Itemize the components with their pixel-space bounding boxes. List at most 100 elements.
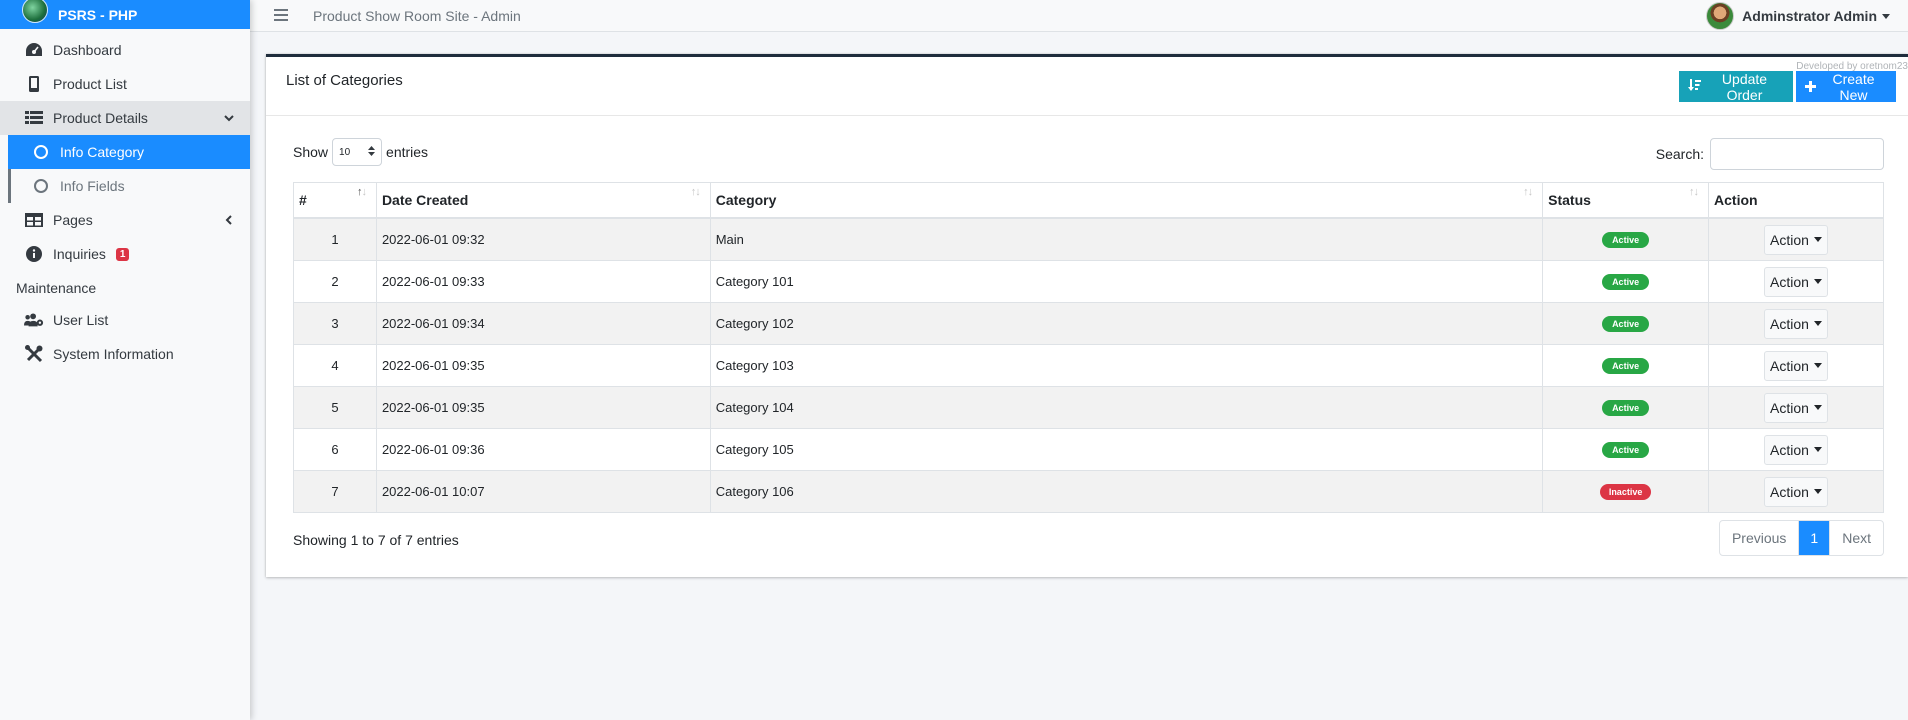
row-number: 7 bbox=[293, 470, 377, 513]
sidebar-item-inquiries[interactable]: Inquiries 1 bbox=[0, 237, 250, 271]
caret-down-icon bbox=[1813, 447, 1822, 452]
sidebar-item-label: System Information bbox=[53, 346, 174, 362]
sidebar-item-user-list[interactable]: User List bbox=[0, 303, 250, 337]
date-created-cell: 2022-06-01 09:35 bbox=[375, 344, 711, 387]
column-header-action: Action bbox=[1708, 182, 1884, 219]
category-cell: Main bbox=[709, 217, 1544, 261]
category-cell: Category 106 bbox=[709, 470, 1544, 513]
table-header-row: # ↑↓ Date Created ↑↓ Category ↑↓ Status ↑↓ A… bbox=[293, 182, 1884, 219]
plus-icon bbox=[1805, 79, 1816, 95]
date-created-cell: 2022-06-01 10:07 bbox=[375, 470, 711, 513]
column-header-date-created[interactable]: Date Created ↑↓ bbox=[375, 182, 711, 219]
caret-down-icon bbox=[1813, 237, 1822, 242]
category-cell: Category 102 bbox=[709, 302, 1544, 345]
category-cell: Category 103 bbox=[709, 344, 1544, 387]
categories-card: List of Categories Developed by oretnom2… bbox=[266, 54, 1908, 577]
site-title: Product Show Room Site - Admin bbox=[313, 7, 521, 24]
sidebar-item-system-information[interactable]: System Information bbox=[0, 337, 250, 371]
brand-link[interactable]: PSRS - PHP bbox=[0, 0, 250, 29]
page-title: List of Categories bbox=[286, 72, 403, 89]
table-row: 1 2022-06-01 09:32 Main Active Action bbox=[293, 217, 1884, 261]
tools-icon bbox=[24, 344, 44, 364]
caret-down-icon bbox=[1813, 489, 1822, 494]
sidebar-item-product-list[interactable]: Product List bbox=[0, 67, 250, 101]
brand-name: PSRS - PHP bbox=[58, 6, 138, 23]
column-header-category[interactable]: Category ↑↓ bbox=[709, 182, 1544, 219]
brand-logo-icon bbox=[22, 0, 48, 23]
create-new-label: Create New bbox=[1832, 70, 1875, 103]
create-new-button[interactable]: Create New bbox=[1796, 70, 1896, 103]
hamburger-menu-icon[interactable] bbox=[274, 8, 288, 24]
sidebar-item-info-fields[interactable]: Info Fields bbox=[8, 169, 250, 203]
sidebar-maintenance-nav: User List System Information bbox=[0, 303, 250, 371]
entries-length-select[interactable]: 10 bbox=[332, 138, 383, 166]
row-number: 5 bbox=[293, 386, 377, 429]
sort-asc-icon: ↑↓ bbox=[356, 186, 367, 198]
sidebar-item-label: Dashboard bbox=[53, 42, 122, 58]
action-dropdown-button[interactable]: Action bbox=[1764, 350, 1828, 381]
select-arrows-icon bbox=[368, 145, 376, 159]
sidebar-item-label: Pages bbox=[53, 212, 93, 228]
date-created-cell: 2022-06-01 09:34 bbox=[375, 302, 711, 345]
sidebar-item-pages[interactable]: Pages bbox=[0, 203, 250, 237]
action-dropdown-button[interactable]: Action bbox=[1764, 476, 1828, 507]
status-badge: Inactive bbox=[1599, 484, 1652, 500]
search-input[interactable] bbox=[1710, 138, 1884, 170]
sidebar-item-info-category[interactable]: Info Category bbox=[8, 135, 250, 169]
tachometer-icon bbox=[24, 40, 44, 60]
table-search: Search: bbox=[1656, 137, 1884, 171]
row-number: 2 bbox=[293, 260, 377, 303]
show-label: Show bbox=[293, 144, 329, 160]
column-header-status[interactable]: Status ↑↓ bbox=[1542, 182, 1710, 219]
update-order-label: Update Order bbox=[1721, 70, 1768, 103]
pagination-next[interactable]: Next bbox=[1829, 521, 1883, 555]
row-number: 1 bbox=[293, 217, 377, 261]
table-controls: Show 10 entries Search: bbox=[266, 137, 1908, 171]
search-label: Search: bbox=[1655, 146, 1704, 162]
table-info: Showing 1 to 7 of 7 entries bbox=[293, 532, 459, 548]
table-row: 4 2022-06-01 09:35 Category 103 Active A… bbox=[293, 344, 1884, 387]
circle-icon bbox=[34, 145, 48, 159]
action-dropdown-button[interactable]: Action bbox=[1764, 434, 1828, 465]
sort-amount-down-icon bbox=[1688, 78, 1701, 95]
action-dropdown-button[interactable]: Action bbox=[1764, 266, 1828, 297]
sidebar-item-label: Product List bbox=[53, 76, 127, 92]
date-created-cell: 2022-06-01 09:35 bbox=[375, 386, 711, 429]
table-row: 6 2022-06-01 09:36 Category 105 Active A… bbox=[293, 428, 1884, 471]
status-badge: Active bbox=[1602, 400, 1650, 416]
list-icon bbox=[24, 108, 44, 128]
chevron-down-icon bbox=[224, 110, 234, 126]
date-created-cell: 2022-06-01 09:36 bbox=[375, 428, 711, 471]
inquiries-count-badge: 1 bbox=[115, 247, 130, 261]
chevron-left-icon bbox=[224, 212, 234, 228]
sidebar-section-maintenance: Maintenance bbox=[16, 280, 97, 296]
sidebar-item-product-details[interactable]: Product Details bbox=[0, 101, 250, 135]
user-menu[interactable]: Adminstrator Admin bbox=[1706, 2, 1890, 30]
row-number: 3 bbox=[293, 302, 377, 345]
pagination-page-1[interactable]: 1 bbox=[1799, 521, 1830, 555]
pagination: Previous 1 Next bbox=[1718, 520, 1884, 556]
pagination-previous[interactable]: Previous bbox=[1720, 521, 1800, 555]
sidebar-item-dashboard[interactable]: Dashboard bbox=[0, 33, 250, 67]
row-number: 6 bbox=[293, 428, 377, 471]
sidebar: PSRS - PHP Dashboard Product List Produc… bbox=[0, 0, 250, 720]
sidebar-item-label: Info Category bbox=[60, 144, 145, 160]
column-header-number[interactable]: # ↑↓ bbox=[293, 182, 377, 219]
row-number: 4 bbox=[293, 344, 377, 387]
entries-length-value: 10 bbox=[339, 146, 351, 158]
action-dropdown-button[interactable]: Action bbox=[1764, 392, 1828, 423]
sort-icon: ↑↓ bbox=[1523, 186, 1533, 198]
update-order-button[interactable]: Update Order bbox=[1679, 70, 1793, 103]
status-badge: Active bbox=[1602, 442, 1650, 458]
sidebar-nav: Dashboard Product List Product Details I… bbox=[0, 29, 250, 271]
date-created-cell: 2022-06-01 09:33 bbox=[375, 260, 711, 303]
table-row: 5 2022-06-01 09:35 Category 104 Active A… bbox=[293, 386, 1884, 429]
table-row: 2 2022-06-01 09:33 Category 101 Active A… bbox=[293, 260, 1884, 303]
category-cell: Category 101 bbox=[709, 260, 1544, 303]
entries-label: entries bbox=[386, 144, 429, 160]
action-dropdown-button[interactable]: Action bbox=[1764, 308, 1828, 339]
card-header: List of Categories Developed by oretnom2… bbox=[266, 57, 1908, 116]
top-navbar: Product Show Room Site - Admin Adminstra… bbox=[250, 0, 1908, 32]
table-row: 3 2022-06-01 09:34 Category 102 Active A… bbox=[293, 302, 1884, 345]
action-dropdown-button[interactable]: Action bbox=[1764, 224, 1828, 255]
